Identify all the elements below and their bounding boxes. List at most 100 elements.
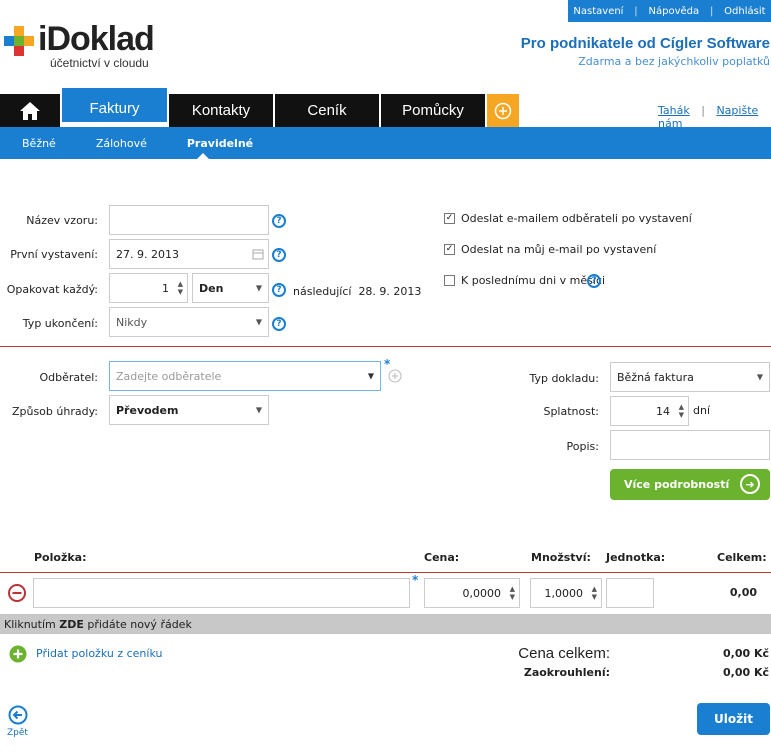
add-item-icon[interactable] — [9, 645, 27, 663]
repeat-unit-select[interactable]: Den ▼ — [192, 273, 269, 303]
rounding-label: Zaokrouhlení: — [523, 666, 610, 679]
total-value: 0,00 Kč — [722, 647, 769, 660]
col-qty-header: Množství: — [531, 551, 591, 564]
home-tab[interactable] — [0, 94, 60, 127]
table-divider — [0, 572, 771, 573]
next-value: 28. 9. 2013 — [358, 285, 422, 298]
email-customer-checkbox[interactable]: ✓ — [444, 213, 455, 224]
separator: | — [709, 5, 714, 17]
payment-select[interactable]: Převodem ▼ — [109, 395, 269, 425]
template-name-input[interactable] — [109, 205, 269, 235]
add-tab-button[interactable] — [487, 94, 519, 127]
separator: | — [634, 5, 638, 17]
help-icon[interactable]: ? — [272, 248, 286, 262]
doc-type-select[interactable]: Běžná faktura ▼ — [610, 362, 770, 392]
customer-label: Odběratel: — [39, 371, 99, 384]
add-row-prefix: Kliknutím — [4, 617, 56, 631]
section-divider — [0, 346, 771, 347]
payment-label: Způsob úhrady: — [11, 405, 98, 418]
template-name-label: Název vzoru: — [26, 214, 98, 227]
add-row-bar[interactable]: Kliknutím ZDE přidáte nový řádek — [0, 614, 771, 634]
repeat-stepper[interactable]: 1 ▲ ▼ — [109, 273, 188, 303]
repeat-value: 1 — [162, 281, 169, 295]
due-unit: dní — [693, 404, 711, 417]
end-type-select[interactable]: Nikdy ▼ — [109, 307, 269, 337]
subnav-regular[interactable]: Běžné — [22, 137, 56, 150]
item-total-value: 0,00 — [729, 586, 757, 599]
required-mark: * — [412, 573, 419, 587]
col-item-header: Položka: — [34, 551, 87, 564]
first-issue-input[interactable]: 27. 9. 2013 — [109, 239, 269, 269]
logo-text[interactable]: iDoklad — [38, 20, 155, 59]
item-qty-stepper[interactable]: 1,0000 ▲ ▼ — [530, 578, 602, 608]
tab-tools[interactable]: Pomůcky — [381, 94, 485, 127]
more-details-button[interactable]: Více podrobností ➜ — [610, 469, 770, 500]
next-label: následující — [293, 285, 352, 298]
tab-label: Pomůcky — [402, 102, 464, 119]
stepper-arrows-icon[interactable]: ▲ ▼ — [679, 403, 684, 419]
email-me-label: Odeslat na můj e-mail po vystavení — [461, 243, 657, 256]
tab-label: Faktury — [89, 99, 140, 117]
col-total-header: Celkem: — [717, 551, 767, 564]
back-link[interactable]: Zpět — [7, 728, 28, 738]
tab-label: Ceník — [307, 102, 347, 119]
tab-pricelist[interactable]: Ceník — [275, 94, 379, 127]
add-row-link[interactable]: ZDE — [59, 618, 84, 631]
save-button[interactable]: Uložit — [697, 703, 770, 735]
chevron-down-icon: ▼ — [756, 372, 763, 382]
add-row-suffix: přidáte nový řádek — [87, 617, 192, 631]
help-icon[interactable]: ? — [272, 317, 286, 331]
due-stepper[interactable]: 14 ▲ ▼ — [610, 396, 689, 426]
chevron-down-icon: ▼ — [255, 283, 262, 293]
tagline-subtitle: Zdarma a bez jakýchkoliv poplatků — [578, 55, 770, 68]
stepper-arrows-icon[interactable]: ▲ ▼ — [510, 585, 515, 601]
sub-nav: Běžné Zálohové Pravidelné — [0, 127, 771, 159]
item-price-value: 0,0000 — [462, 586, 502, 600]
item-name-input[interactable] — [33, 578, 410, 608]
email-me-checkbox[interactable]: ✓ — [444, 244, 455, 255]
tab-invoices[interactable]: Faktury — [62, 88, 167, 122]
add-from-pricelist-link[interactable]: Přidat položku z ceníku — [36, 647, 162, 660]
col-price-header: Cena: — [424, 551, 460, 564]
item-price-stepper[interactable]: 0,0000 ▲ ▼ — [424, 578, 520, 608]
customer-placeholder: Zadejte odběratele — [116, 369, 222, 383]
chevron-down-icon: ▼ — [255, 405, 262, 415]
calendar-icon[interactable] — [252, 248, 264, 260]
logout-link[interactable]: Odhlásit — [724, 6, 765, 17]
remove-row-icon[interactable] — [8, 584, 26, 602]
settings-link[interactable]: Nastavení — [573, 6, 623, 17]
add-customer-icon[interactable] — [388, 369, 402, 383]
item-unit-input[interactable] — [606, 578, 654, 608]
due-value: 14 — [656, 404, 670, 418]
subnav-advance[interactable]: Zálohové — [96, 137, 147, 150]
description-input[interactable] — [610, 430, 770, 460]
subnav-recurring[interactable]: Pravidelné — [187, 137, 253, 150]
logo-subtitle: účetnictví v cloudu — [50, 56, 149, 70]
last-day-checkbox[interactable] — [444, 275, 455, 286]
last-day-label: K poslednímu dni v měsíci — [461, 274, 606, 287]
due-label: Splatnost: — [543, 405, 599, 418]
tab-label: Kontakty — [191, 102, 251, 119]
main-nav: Faktury Kontakty Ceník Pomůcky — [0, 88, 521, 127]
col-unit-header: Jednotka: — [606, 551, 666, 564]
help-icon[interactable]: ? — [272, 214, 286, 228]
end-type-label: Typ ukončení: — [22, 317, 98, 330]
help-icon[interactable]: ? — [587, 274, 601, 288]
chevron-down-icon: ▼ — [367, 371, 374, 381]
cheatsheet-link[interactable]: Tahák — [658, 104, 690, 117]
help-icon[interactable]: ? — [272, 283, 286, 297]
arrow-right-icon: ➜ — [740, 474, 760, 494]
top-links-bar: Nastavení | Nápověda | Odhlásit — [568, 0, 771, 22]
plus-circle-icon — [494, 102, 512, 119]
stepper-arrows-icon[interactable]: ▲ ▼ — [592, 585, 597, 601]
repeat-label: Opakovat každý: — [6, 283, 98, 296]
tab-contacts[interactable]: Kontakty — [169, 94, 273, 127]
first-issue-label: První vystavení: — [10, 248, 98, 261]
doc-type-value: Běžná faktura — [617, 370, 694, 384]
help-link[interactable]: Nápověda — [649, 6, 700, 17]
back-arrow-icon[interactable] — [8, 705, 28, 725]
next-date-text: následující 28. 9. 2013 — [293, 285, 421, 298]
stepper-arrows-icon[interactable]: ▲ ▼ — [178, 280, 183, 296]
customer-select[interactable]: Zadejte odběratele ▼ — [109, 361, 381, 391]
home-icon — [20, 101, 40, 120]
